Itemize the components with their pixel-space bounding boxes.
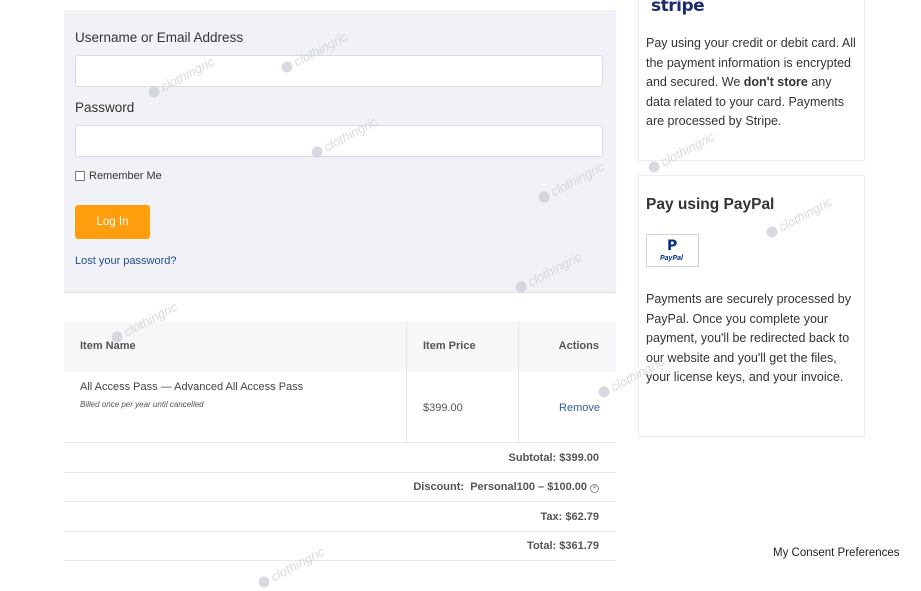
remove-discount-icon[interactable]: ×: [590, 484, 599, 493]
remember-label: Remember Me: [89, 170, 162, 182]
subtotal-row: Subtotal: $399.00: [64, 443, 616, 473]
username-label: Username or Email Address: [75, 30, 244, 45]
consent-preferences-link[interactable]: My Consent Preferences: [773, 547, 900, 559]
discount-label: Discount:: [413, 481, 465, 493]
tax-row: Tax: $62.79: [64, 502, 616, 532]
stripe-description: Pay using your credit or debit card. All…: [646, 34, 858, 132]
paypal-title: Pay using PayPal: [646, 196, 775, 213]
total: Total: $361.79: [527, 540, 599, 552]
paypal-p-icon: P: [667, 238, 678, 254]
item-billing-note: Billed once per year until cancelled: [80, 400, 204, 409]
login-form: Username or Email Address Password Remem…: [64, 10, 616, 293]
paypal-payment-card[interactable]: Pay using PayPal P PayPal Payments are s…: [638, 175, 865, 437]
stripe-logo: stripe: [651, 0, 705, 16]
paypal-description: Payments are securely processed by PayPa…: [646, 292, 851, 384]
stripe-payment-card[interactable]: stripe Pay using your credit or debit ca…: [638, 0, 865, 161]
remember-me[interactable]: Remember Me: [75, 170, 162, 182]
watermark-logo-icon: [256, 574, 272, 590]
table-row: All Access Pass — Advanced All Access Pa…: [64, 372, 616, 443]
discount-value: Personal100 – $100.00: [470, 481, 587, 493]
header-item-price: Item Price: [423, 340, 476, 352]
login-button[interactable]: Log In: [75, 205, 150, 239]
item-price: $399.00: [423, 402, 463, 414]
password-label: Password: [75, 100, 135, 115]
paypal-logo-text: PayPal: [660, 255, 683, 262]
watermark-logo-icon: [646, 159, 662, 175]
tax: Tax: $62.79: [540, 511, 599, 523]
header-actions: Actions: [558, 340, 599, 352]
item-name: All Access Pass — Advanced All Access Pa…: [80, 381, 304, 393]
subtotal: Subtotal: $399.00: [508, 452, 599, 464]
discount: Discount: Personal100 – $100.00 ×: [413, 481, 599, 493]
lost-password-link[interactable]: Lost your password?: [75, 255, 177, 267]
discount-row: Discount: Personal100 – $100.00 ×: [64, 472, 616, 502]
remember-checkbox[interactable]: [75, 171, 85, 181]
remove-item-link[interactable]: Remove: [559, 402, 600, 414]
paypal-logo-icon: P PayPal: [646, 234, 699, 267]
total-row: Total: $361.79: [64, 531, 616, 561]
header-item-name: Item Name: [80, 340, 136, 352]
stripe-text-bold: don't store: [743, 75, 808, 89]
